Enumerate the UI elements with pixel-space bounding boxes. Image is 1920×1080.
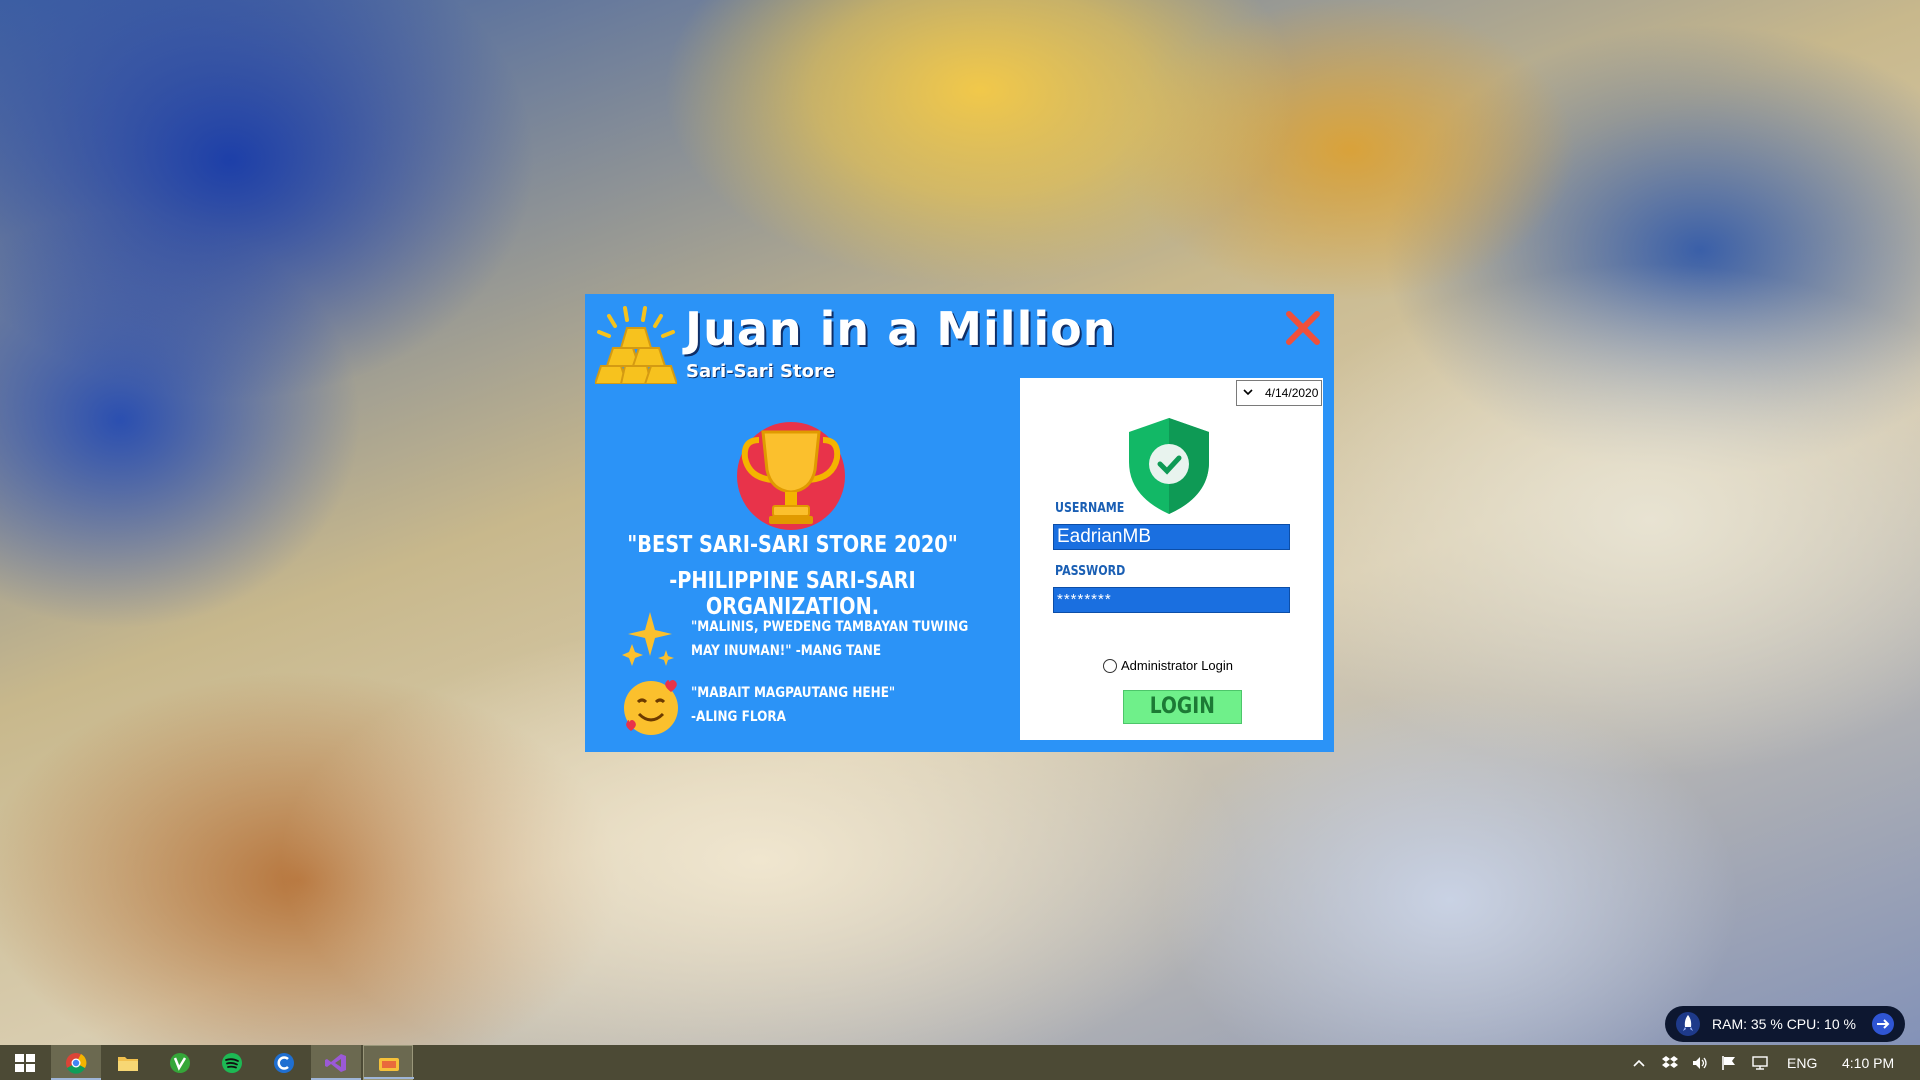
date-value: 4/14/2020 xyxy=(1265,386,1319,400)
app-title: Juan in a Million xyxy=(685,302,1117,356)
testimonial-2: "MABAIT MAGPAUTANG HEHE" -ALING FLORA xyxy=(691,681,895,729)
username-field[interactable]: EadrianMB xyxy=(1053,524,1290,550)
rocket-icon[interactable] xyxy=(1675,1011,1701,1037)
password-field[interactable]: ******** xyxy=(1053,587,1290,613)
smiling-face-hearts-icon xyxy=(624,680,678,735)
system-monitor-text: RAM: 35 % CPU: 10 % xyxy=(1712,1016,1856,1032)
active-indicator xyxy=(364,1077,414,1079)
taskbar-chrome[interactable] xyxy=(51,1045,101,1080)
network-icon[interactable] xyxy=(1751,1055,1769,1071)
login-panel: 4/14/2020 USERNAME EadrianMB PASSWORD **… xyxy=(1020,378,1323,740)
taskbar-vuze[interactable] xyxy=(155,1045,205,1080)
arrow-right-icon[interactable] xyxy=(1871,1012,1895,1036)
gold-bars-logo-icon xyxy=(595,306,677,384)
close-icon[interactable] xyxy=(1283,308,1323,348)
login-button[interactable]: LOGIN xyxy=(1123,690,1242,724)
login-button-label: LOGIN xyxy=(1149,694,1216,719)
windows-start-icon xyxy=(15,1054,35,1072)
system-monitor-widget: RAM: 35 % CPU: 10 % xyxy=(1665,1006,1905,1042)
taskbar-visual-studio[interactable] xyxy=(311,1045,361,1080)
start-button[interactable] xyxy=(0,1045,50,1080)
file-explorer-icon xyxy=(118,1057,138,1071)
award-line-1: "BEST SARI-SARI STORE 2020" xyxy=(627,532,958,558)
testimonial-2-line-2: -ALING FLORA xyxy=(691,709,786,725)
taskbar-sari-sari-app[interactable] xyxy=(363,1045,414,1080)
login-window: Juan in a Million Sari-Sari Store "BEST … xyxy=(585,294,1334,752)
clock-time[interactable]: 4:10 PM xyxy=(1842,1055,1894,1071)
action-center-flag-icon[interactable] xyxy=(1720,1055,1738,1071)
taskbar-file-explorer[interactable] xyxy=(103,1045,153,1080)
password-label: PASSWORD xyxy=(1055,564,1126,579)
app-subtitle: Sari-Sari Store xyxy=(686,361,836,382)
volume-icon[interactable] xyxy=(1691,1055,1709,1071)
date-picker[interactable]: 4/14/2020 xyxy=(1236,380,1322,406)
chevron-down-icon xyxy=(1243,389,1253,396)
username-label: USERNAME xyxy=(1055,501,1125,516)
taskbar-ccleaner[interactable] xyxy=(259,1045,309,1080)
visual-studio-icon xyxy=(325,1054,346,1072)
taskbar-spotify[interactable] xyxy=(207,1045,257,1080)
testimonial-1: "MALINIS, PWEDENG TAMBAYAN TUWING MAY IN… xyxy=(691,615,968,663)
testimonial-1-line-2: MAY INUMAN!" -MANG TANE xyxy=(691,643,882,659)
testimonial-1-line-1: "MALINIS, PWEDENG TAMBAYAN TUWING xyxy=(691,619,969,635)
taskbar: ENG 4:10 PM xyxy=(0,1045,1920,1080)
sparkles-icon xyxy=(622,612,674,666)
chrome-icon xyxy=(66,1053,87,1074)
ccleaner-icon xyxy=(274,1053,294,1073)
trophy-icon xyxy=(737,422,845,530)
shield-check-icon xyxy=(1129,418,1209,514)
dropbox-icon[interactable] xyxy=(1661,1055,1679,1071)
spotify-icon xyxy=(222,1053,242,1073)
testimonial-2-line-1: "MABAIT MAGPAUTANG HEHE" xyxy=(691,685,896,701)
show-hidden-icons-icon[interactable] xyxy=(1630,1055,1648,1071)
vuze-icon xyxy=(170,1053,190,1073)
admin-login-label[interactable]: Administrator Login xyxy=(1121,658,1233,673)
admin-login-radio[interactable] xyxy=(1103,659,1117,673)
sari-sari-app-icon xyxy=(379,1058,399,1071)
language-indicator[interactable]: ENG xyxy=(1787,1055,1817,1071)
